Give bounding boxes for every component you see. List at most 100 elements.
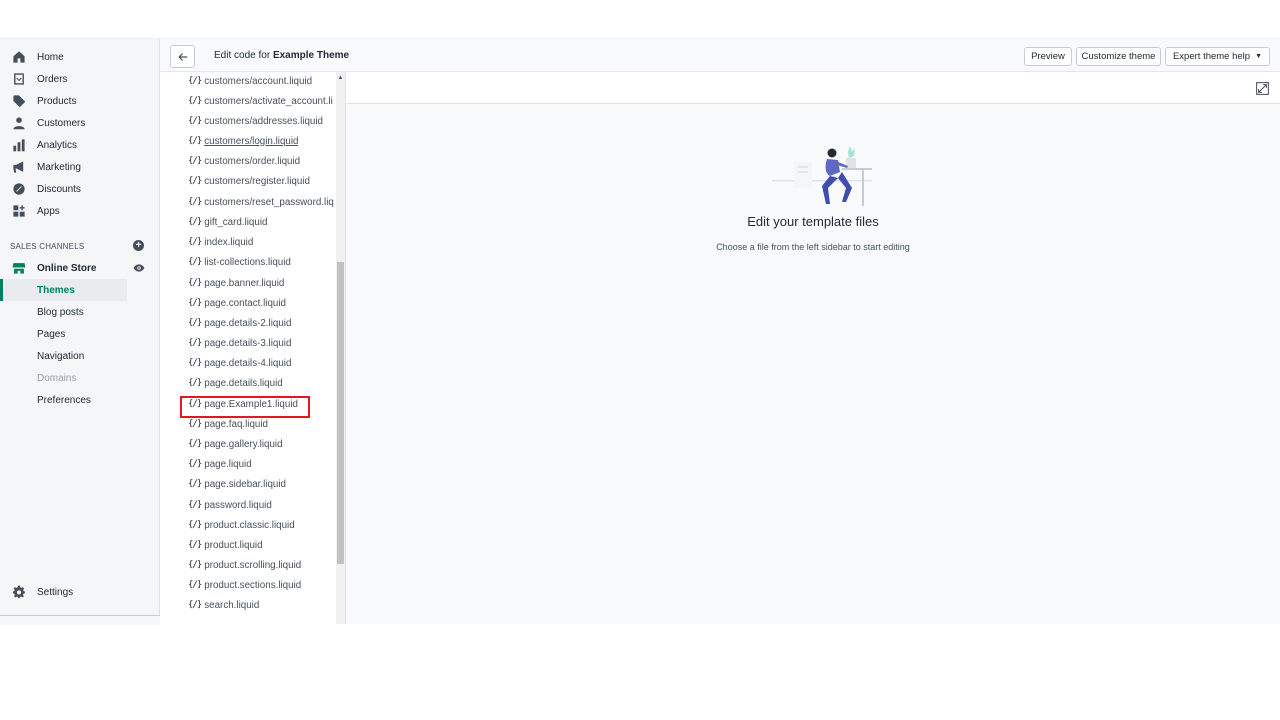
nav-navigation[interactable]: Navigation — [0, 345, 127, 367]
nav-customers[interactable]: Customers — [0, 112, 160, 134]
expert-theme-help-label: Expert theme help — [1172, 51, 1251, 62]
empty-state-title: Edit your template files — [747, 214, 879, 229]
liquid-file-icon: {/} — [188, 439, 202, 449]
add-sales-channel-icon[interactable]: + — [133, 240, 144, 251]
file-item[interactable]: {/} page.details-4.liquid — [188, 355, 291, 371]
editor-tab-bar — [346, 72, 1280, 104]
liquid-file-icon: {/} — [188, 479, 202, 489]
file-item[interactable]: {/} page.faq.liquid — [188, 416, 268, 432]
file-item[interactable]: {/} page.details.liquid — [188, 375, 283, 391]
nav-domains[interactable]: Domains — [0, 367, 127, 389]
gear-icon — [12, 585, 26, 599]
template-file-list: {/} search.liquid {/} product.sections.liqu… — [160, 72, 346, 624]
highlight-annotation-box — [180, 396, 310, 418]
file-name: gift_card.liquid — [204, 216, 268, 228]
nav-apps-label: Apps — [37, 205, 60, 217]
file-item[interactable]: {/} customers/login.liquid — [188, 133, 298, 149]
file-name: list-collections.liquid — [204, 256, 291, 268]
nav-online-store-label: Online Store — [37, 262, 97, 274]
page-title-prefix: Edit code for — [214, 50, 271, 61]
file-name: page.faq.liquid — [204, 418, 268, 430]
theme-name: Example Theme — [272, 50, 350, 61]
file-item[interactable]: {/} page.liquid — [188, 456, 252, 472]
nav-customers-label: Customers — [37, 117, 86, 129]
file-item[interactable]: {/} page.gallery.liquid — [188, 436, 283, 452]
file-item[interactable]: {/} product.scrolling.liquid — [188, 557, 301, 573]
file-item[interactable]: {/} page.details-2.liquid — [188, 315, 291, 331]
megaphone-icon — [12, 160, 26, 174]
file-item[interactable]: {/} index.liquid — [188, 234, 253, 250]
file-item[interactable]: {/} product.sections.liquid — [188, 577, 301, 593]
file-item[interactable]: {/} customers/order.liquid — [188, 153, 300, 169]
liquid-file-icon: {/} — [188, 156, 202, 166]
file-name: customers/login.liquid — [204, 135, 299, 147]
liquid-file-icon: {/} — [188, 520, 202, 530]
file-name: product.scrolling.liquid — [204, 559, 302, 571]
file-item[interactable]: {/} customers/reset_password.liq — [188, 194, 334, 210]
arrow-left-icon — [177, 52, 187, 61]
file-item[interactable]: {/} page.contact.liquid — [188, 295, 286, 311]
liquid-file-icon: {/} — [188, 318, 202, 328]
expand-icon[interactable] — [1256, 82, 1269, 95]
file-item[interactable]: {/} customers/addresses.liquid — [188, 113, 323, 129]
liquid-file-icon: {/} — [188, 358, 202, 368]
file-name: customers/account.liquid — [204, 75, 313, 87]
liquid-file-icon: {/} — [188, 96, 202, 106]
nav-pages[interactable]: Pages — [0, 323, 127, 345]
eye-icon[interactable] — [133, 263, 145, 273]
liquid-file-icon: {/} — [188, 580, 202, 590]
editor-topbar: Edit code for Example Theme Preview Cust… — [160, 38, 1280, 72]
nav-home-label: Home — [37, 51, 64, 63]
nav-analytics[interactable]: Analytics — [0, 134, 160, 156]
nav-themes[interactable]: Themes — [0, 279, 127, 301]
file-item[interactable]: {/} page.sidebar.liquid — [188, 476, 286, 492]
file-item[interactable]: {/} customers/activate_account.li — [188, 93, 333, 109]
home-icon — [12, 50, 26, 64]
nav-discounts[interactable]: Discounts — [0, 178, 160, 200]
file-item[interactable]: {/} list-collections.liquid — [188, 254, 291, 270]
file-name: product.liquid — [204, 539, 263, 551]
file-item[interactable]: {/} customers/account.liquid — [188, 73, 312, 89]
file-item[interactable]: {/} password.liquid — [188, 497, 272, 513]
nav-blog-posts-label: Blog posts — [37, 306, 84, 318]
caret-down-icon: ▼ — [1255, 53, 1263, 60]
nav-marketing[interactable]: Marketing — [0, 156, 160, 178]
file-item[interactable]: {/} customers/register.liquid — [188, 173, 310, 189]
nav-analytics-label: Analytics — [37, 139, 78, 151]
liquid-file-icon: {/} — [188, 560, 202, 570]
file-name: search.liquid — [204, 599, 260, 611]
nav-preferences-label: Preferences — [37, 394, 91, 406]
file-item[interactable]: {/} product.classic.liquid — [188, 517, 295, 533]
admin-sidebar: Home Orders Products Customers Analytics… — [0, 38, 160, 625]
file-item[interactable]: {/} search.liquid — [188, 597, 259, 613]
nav-apps[interactable]: Apps — [0, 200, 160, 222]
customize-theme-button[interactable]: Customize theme — [1076, 47, 1161, 66]
file-name: customers/register.liquid — [204, 175, 310, 187]
empty-state-subtitle: Choose a file from the left sidebar to s… — [716, 242, 910, 252]
nav-pages-label: Pages — [37, 328, 66, 340]
file-list-scroll-thumb[interactable] — [337, 262, 344, 564]
back-button[interactable] — [170, 45, 195, 68]
file-item[interactable]: {/} product.liquid — [188, 537, 263, 553]
liquid-file-icon: {/} — [188, 338, 202, 348]
scroll-up-arrow-icon[interactable]: ▲ — [336, 74, 345, 82]
nav-products[interactable]: Products — [0, 90, 160, 112]
file-name: page.details-4.liquid — [204, 357, 292, 369]
file-item[interactable]: {/} page.details-3.liquid — [188, 335, 291, 351]
person-icon — [12, 116, 26, 130]
nav-blog-posts[interactable]: Blog posts — [0, 301, 127, 323]
nav-home[interactable]: Home — [0, 46, 160, 68]
apps-icon — [12, 204, 26, 218]
store-icon — [12, 261, 26, 275]
liquid-file-icon: {/} — [188, 116, 202, 126]
file-name: customers/activate_account.li — [204, 95, 333, 107]
nav-settings[interactable]: Settings — [0, 581, 160, 603]
file-item[interactable]: {/} gift_card.liquid — [188, 214, 267, 230]
nav-orders[interactable]: Orders — [0, 68, 160, 90]
expert-theme-help-button[interactable]: Expert theme help ▼ — [1165, 47, 1270, 66]
sales-channels-heading: SALES CHANNELS — [10, 242, 85, 251]
tag-icon — [12, 94, 26, 108]
preview-button[interactable]: Preview — [1024, 47, 1072, 66]
nav-preferences[interactable]: Preferences — [0, 389, 127, 411]
file-item[interactable]: {/} page.banner.liquid — [188, 275, 284, 291]
